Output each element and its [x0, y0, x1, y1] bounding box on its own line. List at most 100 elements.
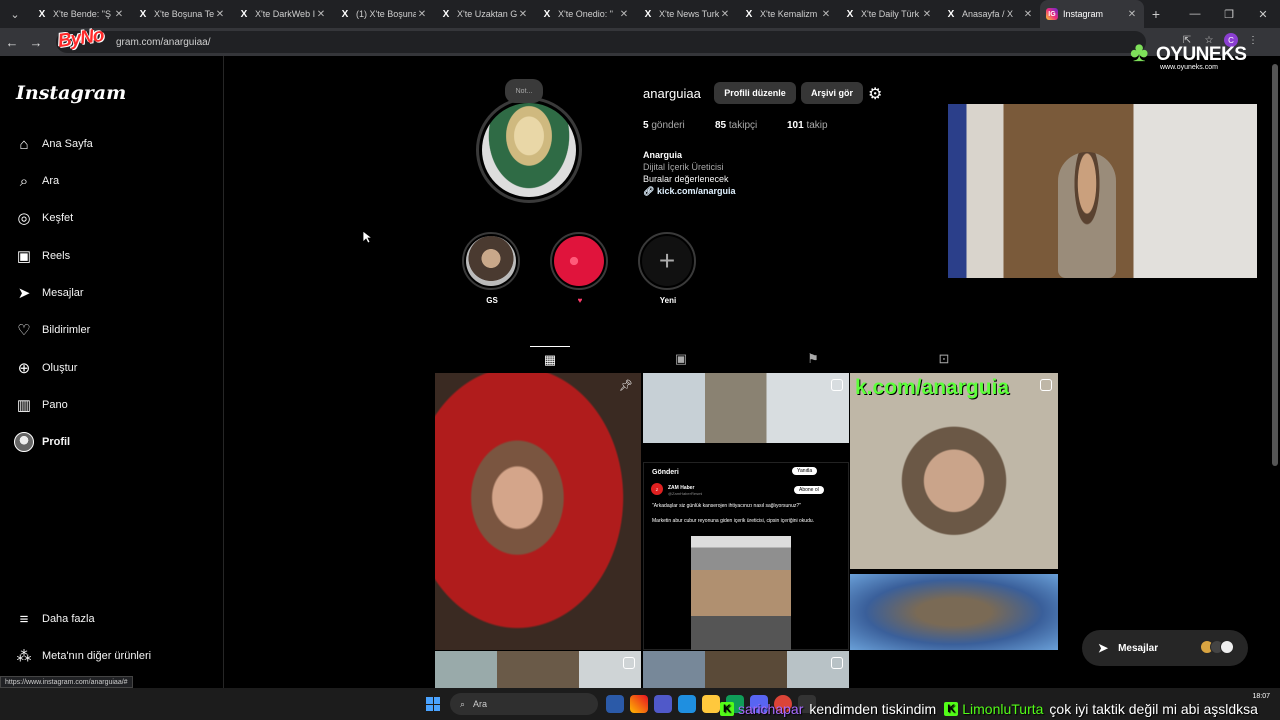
- browser-tab[interactable]: X X'te Boşuna Te ✕: [131, 0, 232, 28]
- url-field[interactable]: gram.com/anarguiaa/: [56, 31, 1146, 53]
- app-icon[interactable]: [606, 695, 624, 713]
- profile-picture[interactable]: [476, 97, 582, 203]
- close-icon[interactable]: ✕: [416, 9, 428, 20]
- browser-tab-active[interactable]: IG Instagram ✕: [1040, 0, 1144, 28]
- back-icon[interactable]: ←: [0, 35, 24, 50]
- close-icon[interactable]: ✕: [315, 9, 327, 20]
- browser-tab[interactable]: X Anasayfa / X ✕: [939, 0, 1040, 28]
- browser-tab[interactable]: X X'te Kemalizm ✕: [737, 0, 838, 28]
- post-thumbnail-tweet[interactable]: Gönderi Yanıtla Z ZAM Haber @ZamHaberRes…: [643, 462, 849, 650]
- post-thumbnail[interactable]: [643, 373, 849, 443]
- post-thumbnail[interactable]: 📌︎: [435, 373, 641, 650]
- sidebar-item-meta[interactable]: ⁂ Meta'nın diğer ürünleri: [14, 644, 152, 668]
- tweet-image: [691, 536, 791, 650]
- taskbar-search[interactable]: ⌕ Ara: [450, 693, 598, 715]
- settings-gear-icon[interactable]: ⚙: [868, 84, 882, 104]
- browser-tab[interactable]: X (1) X'te Boşuna ✕: [333, 0, 434, 28]
- close-icon[interactable]: ✕: [517, 9, 529, 20]
- sidebar-item-label: Oluştur: [42, 362, 78, 374]
- close-icon[interactable]: ✕: [921, 9, 933, 20]
- tile: [433, 704, 440, 711]
- browser-tab[interactable]: X X'te Onedio: " ✕: [535, 0, 636, 28]
- close-window-icon[interactable]: ✕: [1246, 0, 1280, 28]
- plus-square-icon: ⊕: [17, 360, 31, 377]
- browser-tab[interactable]: X X'te Bende: "Ş ✕: [30, 0, 131, 28]
- sidebar-item-explore[interactable]: ◎ Keşfet: [14, 206, 73, 230]
- kick-icon: K: [720, 702, 734, 716]
- highlight-label: ♥: [577, 296, 583, 305]
- highlight-new[interactable]: + Yeni: [638, 232, 698, 305]
- browser-tab[interactable]: X X'te Uzaktan G ✕: [434, 0, 535, 28]
- tab-tagged-icon[interactable]: ⊡: [924, 346, 964, 372]
- send-icon: ➤: [1098, 641, 1109, 655]
- search-icon: ⌕: [460, 698, 466, 709]
- page-scrollbar[interactable]: [1272, 64, 1278, 466]
- instagram-logo[interactable]: Instagram: [16, 82, 126, 104]
- chat-username: LimonluTurta: [962, 701, 1044, 717]
- highlight-heart[interactable]: ♥: [550, 232, 610, 305]
- stat-number: 85: [715, 120, 727, 131]
- x-icon: X: [38, 8, 46, 20]
- maximize-icon[interactable]: ❐: [1212, 0, 1246, 28]
- sidebar-item-profile[interactable]: Profil: [14, 430, 70, 454]
- taskbar-search-label: Ara: [473, 699, 488, 709]
- forward-icon[interactable]: →: [24, 35, 48, 50]
- tab-title: X'te News Turk: [659, 9, 719, 19]
- tab-search-icon[interactable]: ⌄: [0, 0, 30, 28]
- app-icon[interactable]: [678, 695, 696, 713]
- close-icon[interactable]: ✕: [820, 9, 832, 20]
- browser-tab[interactable]: X X'te Daily Türk ✕: [838, 0, 939, 28]
- stat-followers[interactable]: 85 takipçi: [715, 120, 757, 131]
- kick-icon: K: [944, 702, 959, 716]
- tab-posts-grid-icon[interactable]: ▦: [530, 346, 570, 372]
- sidebar-item-notifications[interactable]: ♡ Bildirimler: [14, 318, 90, 342]
- messages-float-button[interactable]: ➤ Mesajlar: [1082, 630, 1248, 666]
- sidebar-item-more[interactable]: ≡ Daha fazla: [14, 607, 95, 631]
- mouse-cursor-icon: [362, 230, 372, 244]
- tab-title: X'te Boşuna Te: [154, 9, 214, 19]
- profile-icon-wrap: [14, 432, 34, 452]
- message-avatars: [1200, 640, 1234, 654]
- post-thumbnail[interactable]: [850, 373, 1058, 569]
- highlight-ring: +: [638, 232, 696, 290]
- post-thumbnail[interactable]: [850, 574, 1058, 650]
- reel-icon: [1040, 379, 1052, 391]
- new-tab-button[interactable]: +: [1144, 6, 1168, 22]
- post-thumbnail[interactable]: [643, 651, 849, 688]
- sidebar-item-dashboard[interactable]: ▥ Pano: [14, 393, 68, 417]
- highlight-ring: [550, 232, 608, 290]
- sidebar-item-messages[interactable]: ➤ Mesajlar: [14, 281, 84, 305]
- browser-tab[interactable]: X X'te DarkWeb I ✕: [232, 0, 333, 28]
- close-icon[interactable]: ✕: [719, 9, 731, 20]
- sidebar-item-search[interactable]: ⌕ Ara: [14, 169, 59, 193]
- close-icon[interactable]: ✕: [1022, 9, 1034, 20]
- app-icon[interactable]: [630, 695, 648, 713]
- stat-following[interactable]: 101 takip: [787, 120, 828, 131]
- tab-reels-icon[interactable]: ▣: [661, 346, 701, 372]
- windows-start-icon[interactable]: [426, 697, 440, 711]
- edit-profile-button[interactable]: Profili düzenle: [714, 82, 796, 104]
- x-icon: X: [240, 8, 248, 20]
- close-icon[interactable]: ✕: [618, 9, 630, 20]
- window-controls: — ❐ ✕: [1178, 0, 1280, 28]
- tab-saved-bookmark-icon[interactable]: ⚑: [793, 346, 833, 372]
- sidebar-item-create[interactable]: ⊕ Oluştur: [14, 356, 78, 380]
- sidebar-item-reels[interactable]: ▣ Reels: [14, 244, 70, 268]
- chat-message: kendimden tiskindim: [809, 701, 937, 717]
- browser-tab[interactable]: X X'te News Turk ✕: [636, 0, 737, 28]
- close-icon[interactable]: ✕: [1126, 9, 1138, 20]
- view-archive-button[interactable]: Arşivi gör: [801, 82, 863, 104]
- close-icon[interactable]: ✕: [113, 9, 125, 20]
- highlight-gs[interactable]: GS: [462, 232, 522, 305]
- close-icon[interactable]: ✕: [214, 9, 226, 20]
- profile-link[interactable]: 🔗︎ kick.com/anarguia: [643, 185, 736, 197]
- minimize-icon[interactable]: —: [1178, 0, 1212, 28]
- post-thumbnail[interactable]: [435, 651, 641, 688]
- send-icon: ➤: [17, 285, 31, 302]
- sidebar-item-home[interactable]: ⌂ Ana Sayfa: [14, 132, 92, 156]
- tweet-text: Marketin abur cubur reyonuna giden içeri…: [652, 518, 815, 524]
- profile-username: anarguiaa: [643, 86, 701, 101]
- sidebar-item-label: Bildirimler: [42, 324, 91, 336]
- app-icon[interactable]: [654, 695, 672, 713]
- highlight-ring: [462, 232, 520, 290]
